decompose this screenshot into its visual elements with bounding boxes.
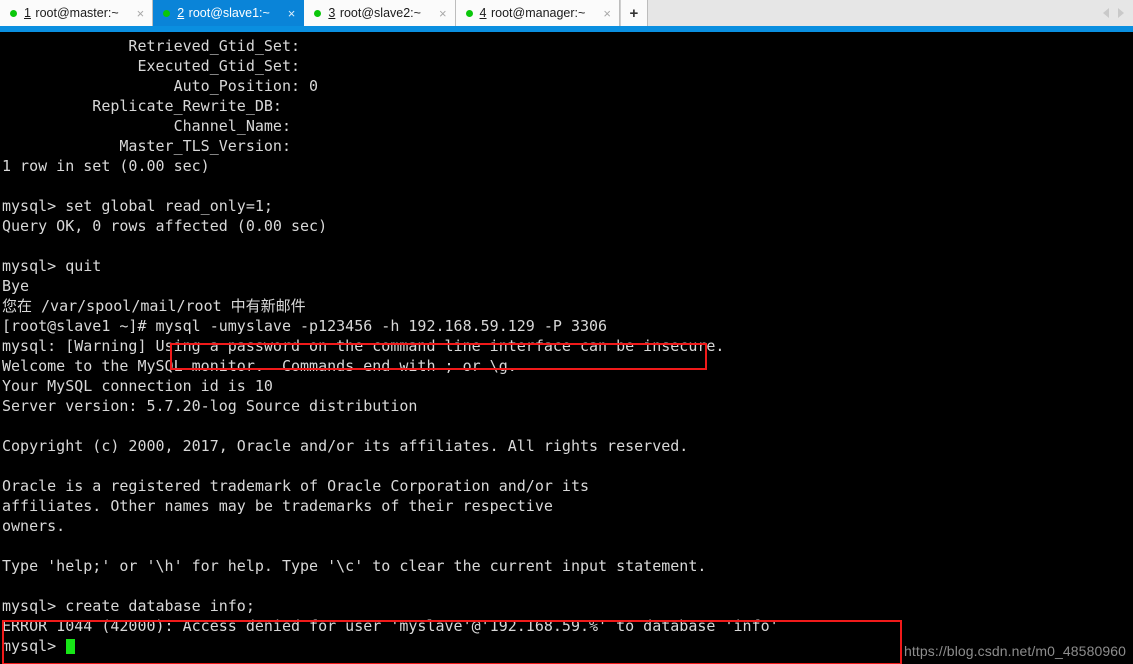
terminal-line: Master_TLS_Version: bbox=[2, 137, 301, 155]
terminal-output-pane[interactable]: Retrieved_Gtid_Set: Executed_Gtid_Set: A… bbox=[0, 32, 1133, 664]
terminal-line: 您在 /var/spool/mail/root 中有新邮件 bbox=[2, 297, 306, 315]
terminal-line: Query OK, 0 rows affected (0.00 sec) bbox=[2, 217, 328, 235]
terminal-line: ERROR 1044 (42000): Access denied for us… bbox=[2, 617, 779, 635]
chevron-right-icon[interactable] bbox=[1118, 8, 1124, 18]
terminal-line: Replicate_Rewrite_DB: bbox=[2, 97, 291, 115]
terminal-line: Retrieved_Gtid_Set: bbox=[2, 37, 310, 55]
tab-index: 2 bbox=[177, 6, 185, 20]
tab-root-slave1[interactable]: 2 root@slave1:~ × bbox=[153, 0, 305, 26]
chevron-left-icon[interactable] bbox=[1103, 8, 1109, 18]
tab-label: 4 root@manager:~ bbox=[480, 6, 586, 20]
tab-title-text: root@manager:~ bbox=[487, 6, 586, 20]
terminal-line: Type 'help;' or '\h' for help. Type '\c'… bbox=[2, 557, 707, 575]
terminal-tab-bar: 1 root@master:~ × 2 root@slave1:~ × 3 ro… bbox=[0, 0, 1133, 26]
tab-close-icon[interactable]: × bbox=[435, 7, 451, 20]
new-tab-button[interactable]: + bbox=[619, 0, 648, 26]
tab-index: 3 bbox=[328, 6, 336, 20]
terminal-line: Executed_Gtid_Set: bbox=[2, 57, 310, 75]
terminal-line: mysql: [Warning] Using a password on the… bbox=[2, 337, 725, 355]
terminal-line: Channel_Name: bbox=[2, 117, 301, 135]
tab-status-dot-icon bbox=[314, 9, 322, 17]
terminal-line: affiliates. Other names may be trademark… bbox=[2, 497, 553, 515]
tab-index: 4 bbox=[479, 6, 487, 20]
tab-root-slave2[interactable]: 3 root@slave2:~ × bbox=[304, 0, 456, 26]
terminal-line: owners. bbox=[2, 517, 66, 535]
tab-bar-empty-space bbox=[647, 0, 1103, 26]
terminal-line: Welcome to the MySQL monitor. Commands e… bbox=[2, 357, 517, 375]
tab-label: 1 root@master:~ bbox=[24, 6, 119, 20]
terminal-line: mysql> create database info; bbox=[2, 597, 255, 615]
terminal-prompt: mysql> bbox=[2, 637, 66, 655]
tab-label: 2 root@slave1:~ bbox=[177, 6, 270, 20]
terminal-line: [root@slave1 ~]# mysql -umyslave -p12345… bbox=[2, 317, 608, 335]
tab-status-dot-icon bbox=[465, 9, 473, 17]
tab-status-dot-icon bbox=[163, 9, 171, 17]
tab-close-icon[interactable]: × bbox=[284, 7, 300, 20]
terminal-line: Server version: 5.7.20-log Source distri… bbox=[2, 397, 418, 415]
terminal-line: Your MySQL connection id is 10 bbox=[2, 377, 273, 395]
terminal-line: 1 row in set (0.00 sec) bbox=[2, 157, 210, 175]
tab-status-dot-icon bbox=[10, 9, 17, 17]
tab-title-text: root@slave1:~ bbox=[185, 6, 270, 20]
tab-title-text: root@slave2:~ bbox=[336, 6, 421, 20]
tab-root-master[interactable]: 1 root@master:~ × bbox=[0, 0, 154, 26]
watermark-url: https://blog.csdn.net/m0_48580960 bbox=[903, 643, 1126, 659]
tab-root-manager[interactable]: 4 root@manager:~ × bbox=[455, 0, 620, 26]
terminal-line: Copyright (c) 2000, 2017, Oracle and/or … bbox=[2, 437, 689, 455]
terminal-line: mysql> quit bbox=[2, 257, 102, 275]
terminal-text: Retrieved_Gtid_Set: Executed_Gtid_Set: A… bbox=[2, 36, 1133, 656]
tab-close-icon[interactable]: × bbox=[599, 7, 615, 20]
terminal-line: Bye bbox=[2, 277, 30, 295]
terminal-cursor bbox=[66, 639, 76, 654]
tab-title-text: root@master:~ bbox=[31, 6, 119, 20]
terminal-line: Oracle is a registered trademark of Orac… bbox=[2, 477, 589, 495]
tab-label: 3 root@slave2:~ bbox=[328, 6, 421, 20]
terminal-line: Auto_Position: 0 bbox=[2, 77, 319, 95]
tab-scroll-controls bbox=[1103, 0, 1133, 26]
tab-index: 1 bbox=[24, 6, 31, 20]
tab-close-icon[interactable]: × bbox=[133, 7, 149, 20]
terminal-line: mysql> set global read_only=1; bbox=[2, 197, 273, 215]
